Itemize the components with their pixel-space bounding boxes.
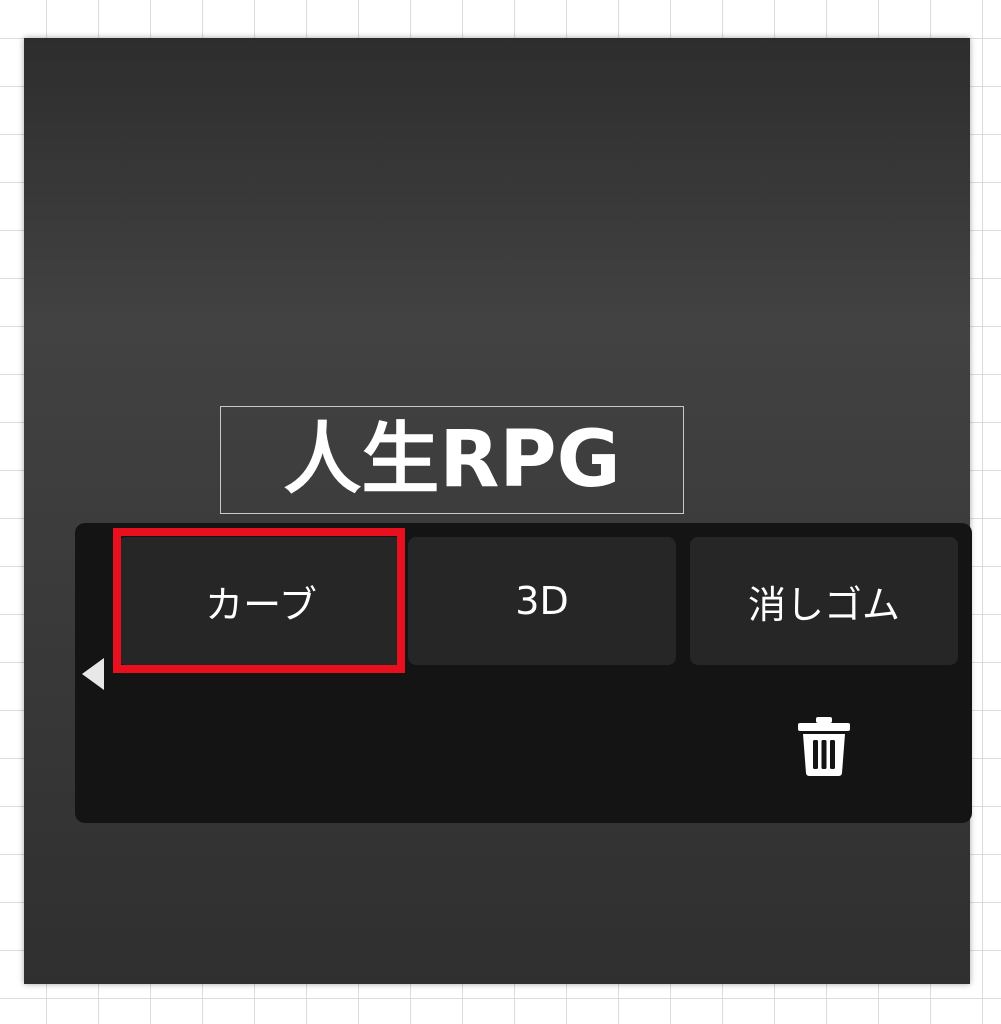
delete-button[interactable]	[790, 712, 858, 780]
triangle-left-icon[interactable]	[82, 658, 104, 690]
trash-icon	[798, 717, 850, 776]
curve-button-label: カーブ	[205, 582, 317, 627]
3d-button-label: 3D	[515, 579, 569, 623]
text-layer-content: 人生RPG	[283, 415, 621, 505]
text-layer-selection[interactable]: 人生RPG	[220, 406, 684, 514]
eraser-button-label: 消しゴム	[747, 582, 900, 627]
eraser-button[interactable]: 消しゴム	[690, 537, 958, 665]
curve-button[interactable]: カーブ	[118, 537, 404, 665]
3d-button[interactable]: 3D	[408, 537, 676, 665]
